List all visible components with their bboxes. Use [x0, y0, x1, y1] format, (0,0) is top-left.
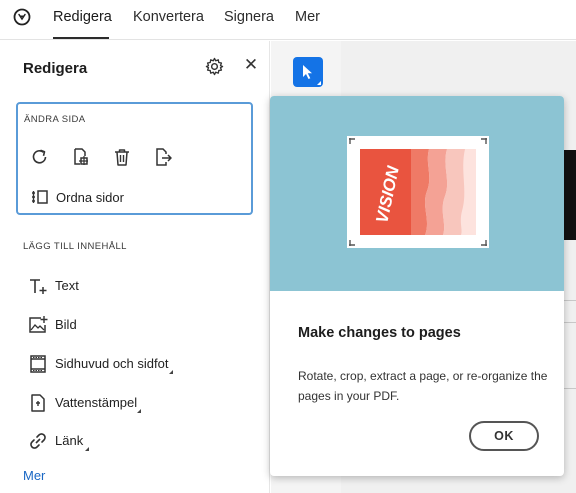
more-link[interactable]: Mer — [23, 468, 45, 483]
add-image-icon — [29, 316, 48, 333]
submenu-indicator-icon — [317, 81, 321, 85]
popover-illustration: VISION — [270, 96, 564, 291]
watermark-item[interactable]: Vattenstämpel — [24, 391, 154, 415]
vision-page-illustration: VISION — [349, 138, 487, 246]
document-page-fragment — [562, 150, 576, 240]
organize-pages-label[interactable]: Ordna sidor — [56, 190, 124, 205]
select-tool-button[interactable] — [293, 57, 323, 87]
delete-icon[interactable] — [112, 147, 132, 167]
cursor-arrow-icon — [303, 65, 312, 79]
tab-konvertera[interactable]: Konvertera — [133, 9, 204, 25]
header-footer-icon — [30, 355, 46, 373]
active-tab-indicator — [53, 37, 109, 39]
submenu-indicator-icon — [85, 447, 89, 451]
popover-title: Make changes to pages — [298, 325, 461, 341]
watermark-label: Vattenstämpel — [55, 395, 138, 410]
watermark-icon — [31, 394, 45, 412]
acrobat-logo-icon[interactable] — [13, 8, 31, 26]
document-divider — [562, 388, 576, 389]
document-divider — [562, 322, 576, 323]
close-icon[interactable]: ✕ — [243, 56, 259, 74]
coachmark-popover: VISION Make changes to pages Rotate, cro… — [270, 96, 564, 476]
rotate-icon[interactable] — [30, 147, 50, 167]
header-footer-item[interactable]: Sidhuvud och sidfot — [24, 352, 184, 376]
top-navigation: Redigera Konvertera Signera Mer — [0, 0, 576, 40]
link-label: Länk — [55, 433, 84, 448]
add-image-item[interactable]: Bild — [24, 313, 104, 337]
link-icon — [30, 433, 46, 449]
header-footer-label: Sidhuvud och sidfot — [55, 356, 169, 371]
gear-icon[interactable] — [205, 57, 224, 76]
ok-button[interactable]: OK — [469, 421, 539, 451]
crop-page-icon[interactable] — [71, 147, 91, 167]
change-page-label: ÄNDRA SIDA — [24, 114, 86, 125]
panel-title: Redigera — [23, 60, 88, 77]
add-content-label: LÄGG TILL INNEHÅLL — [23, 241, 127, 252]
extract-page-icon[interactable] — [153, 147, 173, 167]
document-divider — [562, 300, 576, 301]
tab-redigera[interactable]: Redigera — [53, 9, 112, 25]
submenu-indicator-icon — [137, 409, 141, 413]
submenu-indicator-icon — [169, 370, 173, 374]
page-thumbnail: VISION — [347, 136, 489, 248]
edit-panel: Redigera ✕ ÄNDRA SIDA Ordna sidor LÄGG T… — [0, 41, 270, 493]
link-item[interactable]: Länk — [24, 429, 104, 453]
add-image-label: Bild — [55, 317, 77, 332]
change-page-section: ÄNDRA SIDA Ordna sidor — [16, 102, 253, 215]
tab-signera[interactable]: Signera — [224, 9, 274, 25]
popover-body: Rotate, crop, extract a page, or re-orga… — [298, 369, 548, 403]
organize-pages-icon[interactable] — [30, 187, 50, 207]
tab-mer[interactable]: Mer — [295, 9, 320, 25]
add-text-label: Text — [55, 278, 79, 293]
add-text-icon — [30, 279, 47, 294]
add-text-item[interactable]: Text — [24, 274, 104, 298]
